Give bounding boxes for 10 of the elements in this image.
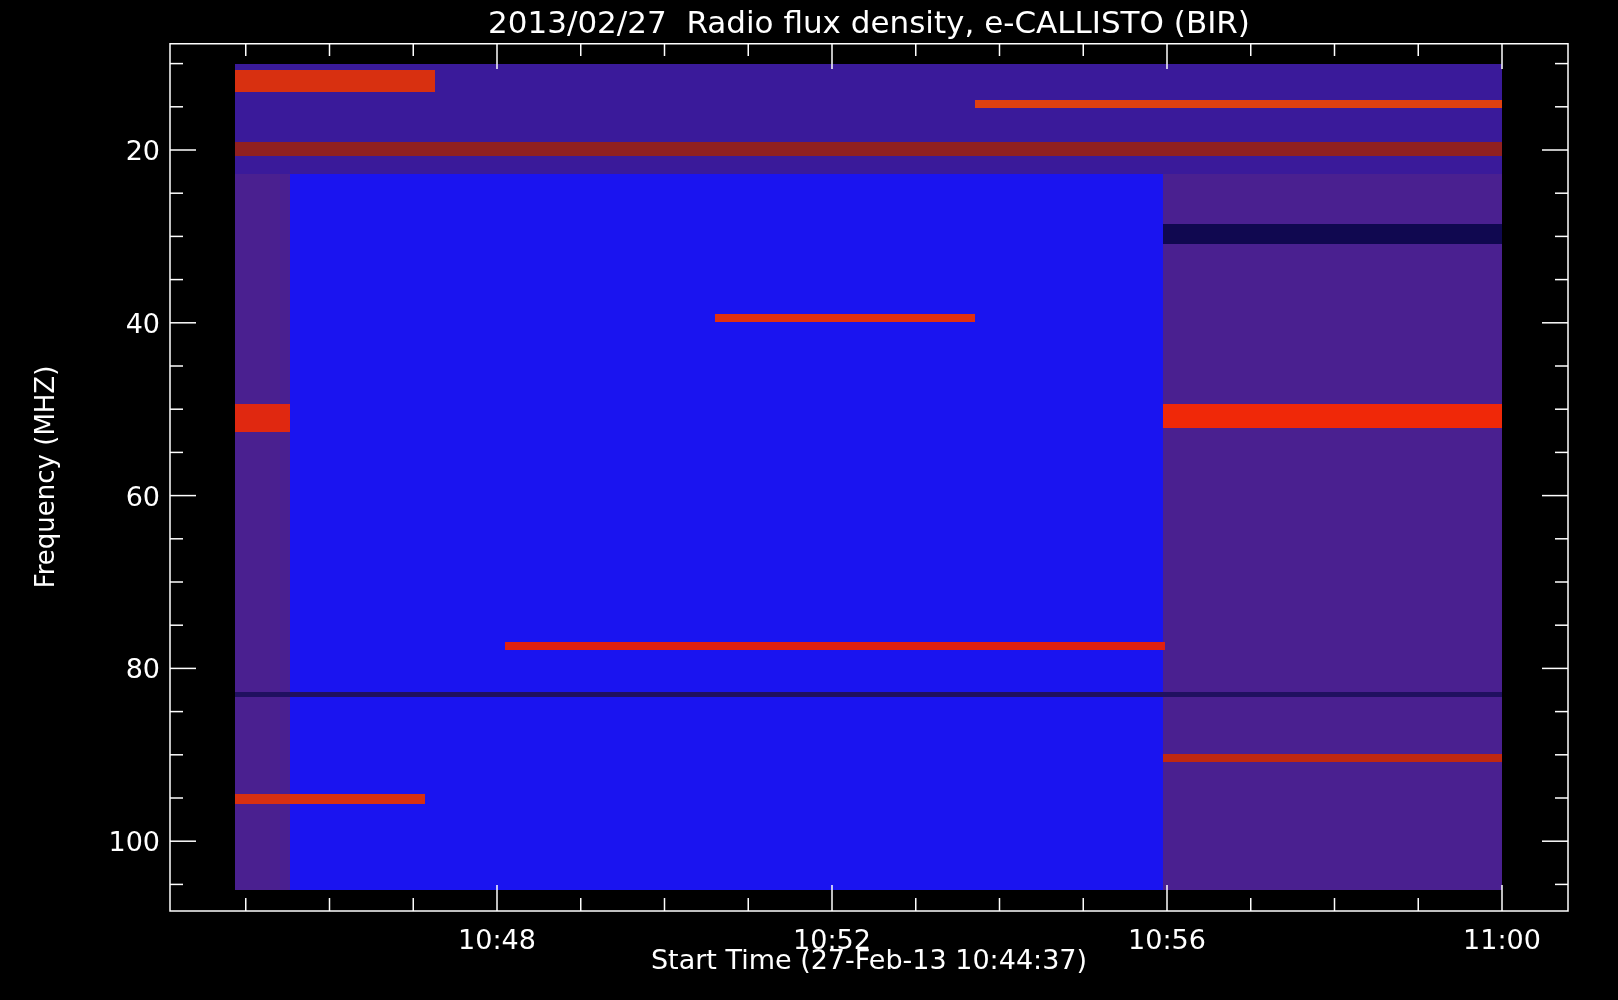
y-tick-label: 60 bbox=[125, 480, 160, 512]
chart-title: 2013/02/27 Radio flux density, e-CALLISTO (BIR) bbox=[488, 3, 1250, 40]
x-tick-label: 10:48 bbox=[458, 924, 536, 955]
x-tick-label: 11:00 bbox=[1463, 924, 1541, 955]
y-tick-label: 80 bbox=[125, 653, 160, 685]
y-tick-label: 20 bbox=[125, 135, 160, 166]
y-tick-label: 40 bbox=[125, 307, 160, 339]
x-tick-label: 10:56 bbox=[1128, 924, 1206, 955]
y-axis-label: Frequency (MHZ) bbox=[30, 365, 60, 589]
y-tick-label: 100 bbox=[108, 826, 160, 858]
